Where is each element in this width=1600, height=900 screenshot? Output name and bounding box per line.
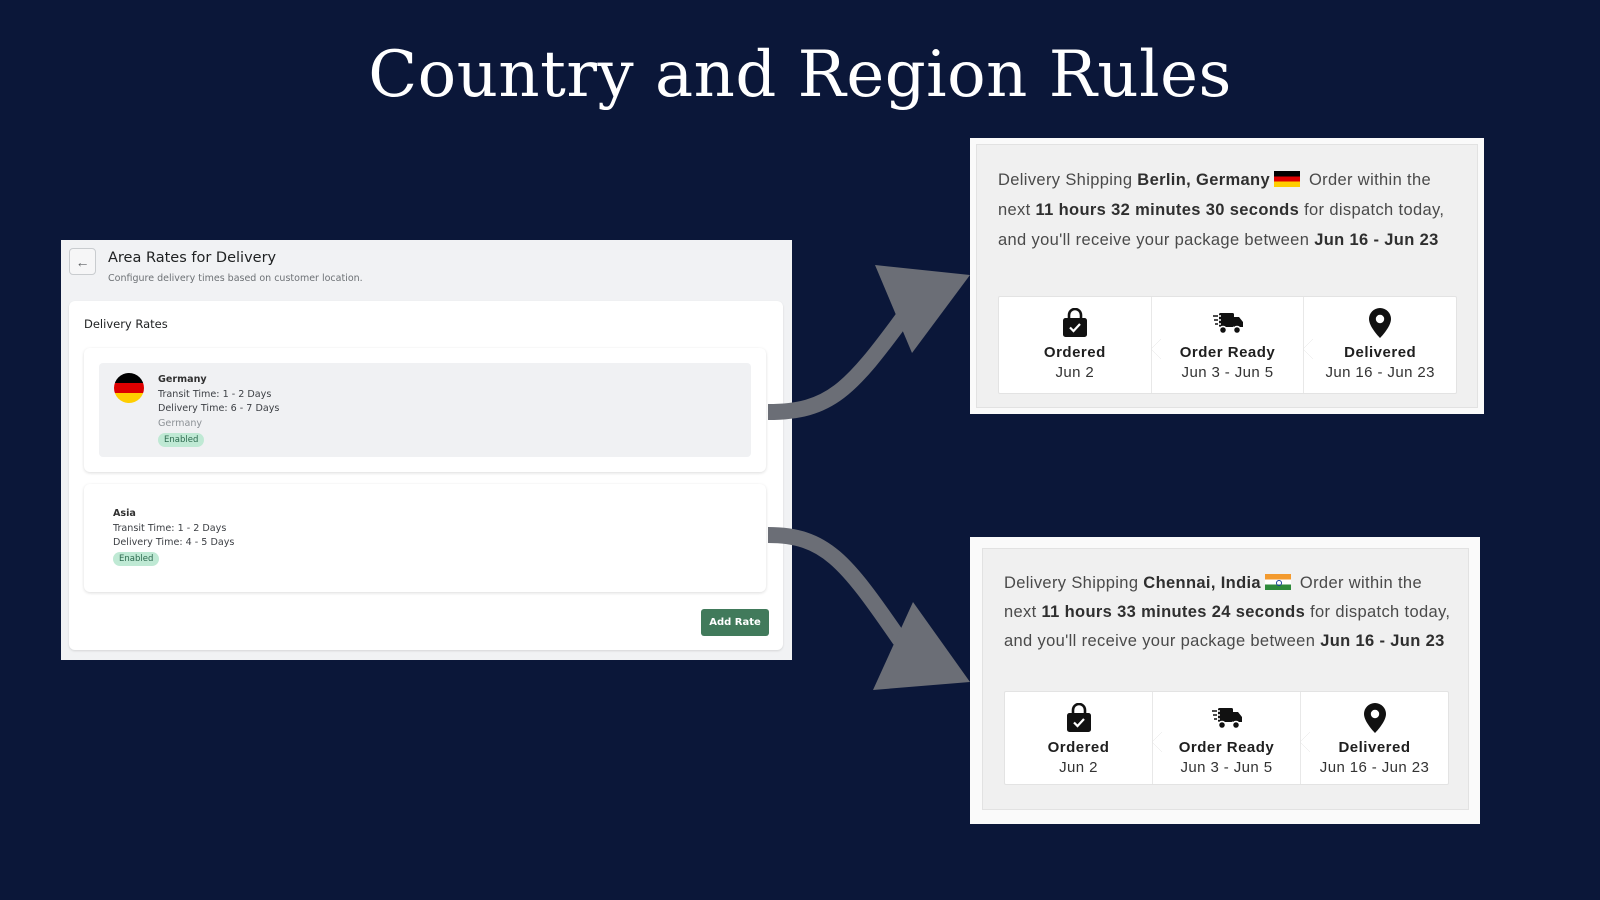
status-badge: Enabled: [158, 432, 205, 447]
step-title: Delivered: [1338, 739, 1411, 756]
delivery-message: Delivery Shipping Berlin, Germany Order …: [998, 165, 1458, 255]
status-badge: Enabled: [113, 552, 160, 567]
germany-flag-icon: [114, 373, 144, 403]
step-date: Jun 16 - Jun 23: [1325, 364, 1435, 381]
step-title: Ordered: [1047, 739, 1110, 756]
step-date: Jun 2: [1055, 364, 1095, 381]
fast-truck-icon: [1210, 702, 1243, 734]
msg-prefix: Delivery Shipping: [998, 171, 1138, 189]
step-title: Order Ready: [1178, 739, 1275, 756]
delivery-steps: Ordered Jun 2 Order Ready Jun 3 - Jun 5 …: [998, 296, 1457, 394]
rate-item-germany[interactable]: Germany Transit Time: 1 - 2 Days Deliver…: [84, 348, 766, 472]
rate-name: Germany: [158, 374, 207, 385]
step-title: Order Ready: [1179, 344, 1276, 361]
rate-details: Germany Transit Time: 1 - 2 Days Deliver…: [158, 373, 279, 448]
location: Berlin, Germany: [1137, 171, 1271, 189]
step-order-ready: Order Ready Jun 3 - Jun 5: [1150, 297, 1304, 393]
rate-item-asia[interactable]: Asia Transit Time: 1 - 2 Days Delivery T…: [84, 484, 766, 592]
step-title: Ordered: [1043, 344, 1106, 361]
delivery-time: Delivery Time: 4 - 5 Days: [113, 537, 235, 549]
add-rate-button[interactable]: Add Rate: [701, 609, 769, 636]
countdown: 11 hours 33 minutes 24 seconds: [1041, 603, 1306, 621]
germany-flag-icon: [1274, 171, 1301, 187]
section-heading: Delivery Rates: [84, 317, 168, 331]
rate-region: Germany: [158, 418, 203, 430]
rate-details: Asia Transit Time: 1 - 2 Days Delivery T…: [113, 507, 234, 567]
slide-title: Country and Region Rules: [368, 38, 1232, 112]
shopping-bag-check-icon: [1059, 307, 1091, 339]
delivery-steps: Ordered Jun 2 Order Ready Jun 3 - Jun 5 …: [1004, 691, 1449, 785]
step-delivered: Delivered Jun 16 - Jun 23: [1303, 297, 1456, 393]
step-order-ready: Order Ready Jun 3 - Jun 5: [1152, 692, 1300, 784]
rate-name: Asia: [113, 508, 136, 519]
page-subtitle: Configure delivery times based on custom…: [108, 273, 363, 284]
transit-time: Transit Time: 1 - 2 Days: [158, 388, 272, 400]
rate-item-highlight: Germany Transit Time: 1 - 2 Days Deliver…: [99, 363, 751, 457]
step-ordered: Ordered Jun 2: [999, 297, 1151, 393]
map-pin-icon: [1359, 702, 1391, 734]
delivery-widget-germany: Delivery Shipping Berlin, Germany Order …: [970, 138, 1484, 414]
step-date: Jun 3 - Jun 5: [1180, 759, 1273, 776]
page-title: Area Rates for Delivery: [108, 250, 277, 266]
map-pin-icon: [1364, 307, 1396, 339]
countdown: 11 hours 32 minutes 30 seconds: [1035, 201, 1300, 219]
india-flag-icon: [1264, 574, 1291, 590]
shopping-bag-check-icon: [1063, 702, 1095, 734]
delivery-rates-card: Delivery Rates Germany Transit Time: 1 -…: [69, 301, 783, 650]
msg-prefix: Delivery Shipping: [1004, 574, 1144, 592]
delivery-widget-india: Delivery Shipping Chennai, India Order w…: [970, 537, 1480, 824]
step-date: Jun 16 - Jun 23: [1319, 759, 1430, 776]
fast-truck-icon: [1211, 307, 1244, 339]
step-ordered: Ordered Jun 2: [1005, 692, 1152, 784]
admin-panel-screenshot: ← Area Rates for Delivery Configure deli…: [61, 240, 792, 660]
step-delivered: Delivered Jun 16 - Jun 23: [1300, 692, 1448, 784]
arrowhead-down-icon: [873, 602, 970, 690]
delivery-message: Delivery Shipping Chennai, India Order w…: [1004, 569, 1459, 656]
transit-time: Transit Time: 1 - 2 Days: [113, 522, 227, 534]
delivery-range: Jun 16 - Jun 23: [1320, 632, 1445, 650]
step-date: Jun 3 - Jun 5: [1181, 364, 1274, 381]
back-button[interactable]: ←: [69, 248, 96, 275]
arrowhead-up-icon: [875, 265, 970, 353]
widget-body: Delivery Shipping Chennai, India Order w…: [982, 548, 1469, 810]
location: Chennai, India: [1143, 574, 1261, 592]
step-title: Delivered: [1344, 344, 1417, 361]
delivery-time: Delivery Time: 6 - 7 Days: [158, 403, 280, 415]
step-date: Jun 2: [1059, 759, 1098, 776]
arrow-left-icon: ←: [75, 253, 90, 270]
widget-body: Delivery Shipping Berlin, Germany Order …: [976, 144, 1478, 408]
delivery-range: Jun 16 - Jun 23: [1314, 231, 1439, 249]
